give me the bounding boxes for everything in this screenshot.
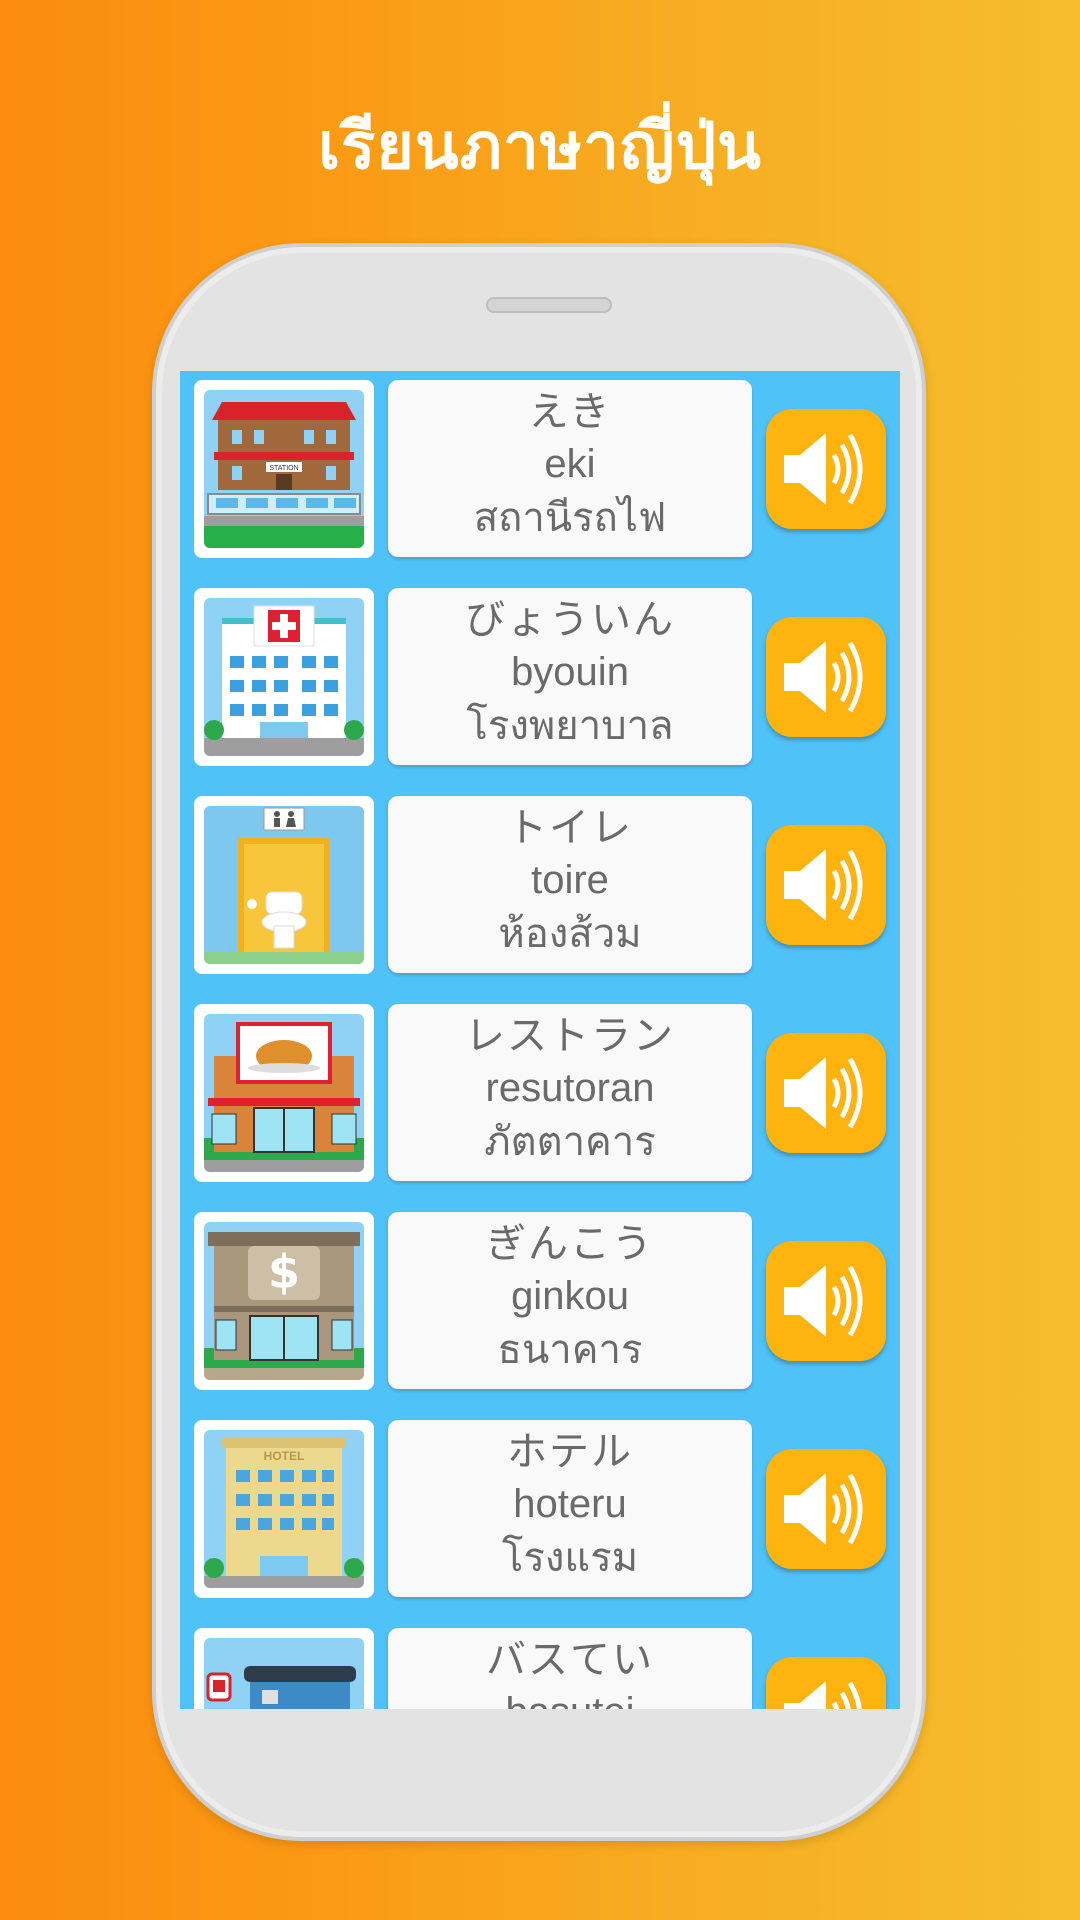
play-sound-button[interactable] (766, 1033, 886, 1153)
list-item[interactable]: $ ぎんこう ginkou ธนาคาร (180, 1203, 900, 1390)
romaji-word: eki (544, 442, 596, 486)
hospital-icon (204, 598, 364, 756)
speaker-icon (784, 1057, 863, 1129)
hospital-image (194, 588, 374, 766)
play-sound-button[interactable] (766, 1241, 886, 1361)
toilet-image (194, 796, 374, 974)
bank-image: $ (194, 1212, 374, 1390)
thai-translation: ห้องส้วม (498, 911, 642, 957)
list-item[interactable]: STATION えき eki สถานีรถไฟ (180, 371, 900, 558)
japanese-word: トイレ (507, 805, 633, 851)
romaji-word: toire (531, 858, 609, 902)
play-sound-button[interactable] (766, 1449, 886, 1569)
speaker-icon (784, 1473, 863, 1545)
japanese-word: ホテル (507, 1429, 633, 1475)
romaji-word: byouin (511, 650, 629, 694)
japanese-word: レストラン (465, 1013, 675, 1059)
word-card: バスてい basutei (388, 1628, 752, 1709)
hotel-image: HOTEL (194, 1420, 374, 1598)
japanese-word: びょういん (465, 597, 675, 643)
romaji-word: resutoran (485, 1066, 655, 1110)
vocabulary-list[interactable]: STATION えき eki สถานีรถไฟ びょういん byouin โร… (180, 371, 900, 1709)
play-sound-button[interactable] (766, 825, 886, 945)
train-station-icon: STATION (204, 390, 364, 548)
japanese-word: バスてい (486, 1637, 654, 1683)
restaurant-image (194, 1004, 374, 1182)
word-card: びょういん byouin โรงพยาบาล (388, 588, 752, 765)
thai-translation: โรงพยาบาล (466, 703, 674, 749)
list-item[interactable]: HOTEL ホテル hoteru โรงแรม (180, 1411, 900, 1598)
page-title: เรียนภาษาญี่ปุ่น (318, 110, 762, 184)
romaji-word: hoteru (513, 1482, 627, 1526)
hotel-icon: HOTEL (204, 1430, 364, 1588)
play-sound-button[interactable] (766, 617, 886, 737)
thai-translation: สถานีรถไฟ (473, 495, 667, 541)
thai-translation: ธนาคาร (497, 1327, 643, 1373)
list-item[interactable]: バスてい basutei (180, 1619, 900, 1709)
romaji-word: basutei (388, 1686, 752, 1709)
bus-stop-icon (204, 1638, 364, 1709)
word-card: トイレ toire ห้องส้วม (388, 796, 752, 973)
word-card: えき eki สถานีรถไฟ (388, 380, 752, 557)
word-card: レストラン resutoran ภัตตาคาร (388, 1004, 752, 1181)
bank-icon: $ (204, 1222, 364, 1380)
play-sound-button[interactable] (766, 409, 886, 529)
train-station-image: STATION (194, 380, 374, 558)
speaker-icon (784, 433, 863, 505)
svg-text:STATION: STATION (269, 465, 298, 472)
speaker-icon (784, 1265, 863, 1337)
speaker-icon (784, 1681, 862, 1709)
play-sound-button[interactable] (766, 1657, 886, 1709)
japanese-word: ぎんこう (486, 1221, 654, 1267)
romaji-word: ginkou (511, 1274, 629, 1318)
thai-translation: โรงแรม (501, 1535, 639, 1581)
list-item[interactable]: レストラン resutoran ภัตตาคาร (180, 995, 900, 1182)
speaker-icon (784, 849, 863, 921)
svg-text:HOTEL: HOTEL (264, 1449, 305, 1463)
thai-translation: ภัตตาคาร (484, 1119, 656, 1165)
toilet-icon (204, 806, 364, 964)
list-item[interactable]: トイレ toire ห้องส้วม (180, 787, 900, 974)
svg-text:$: $ (268, 1245, 300, 1299)
speaker-icon (784, 641, 863, 713)
list-item[interactable]: びょういん byouin โรงพยาบาล (180, 579, 900, 766)
bus-stop-image (194, 1628, 374, 1709)
restaurant-icon (204, 1014, 364, 1172)
word-card: ホテル hoteru โรงแรม (388, 1420, 752, 1597)
japanese-word: えき (528, 389, 612, 435)
phone-speaker (486, 297, 612, 313)
word-card: ぎんこう ginkou ธนาคาร (388, 1212, 752, 1389)
